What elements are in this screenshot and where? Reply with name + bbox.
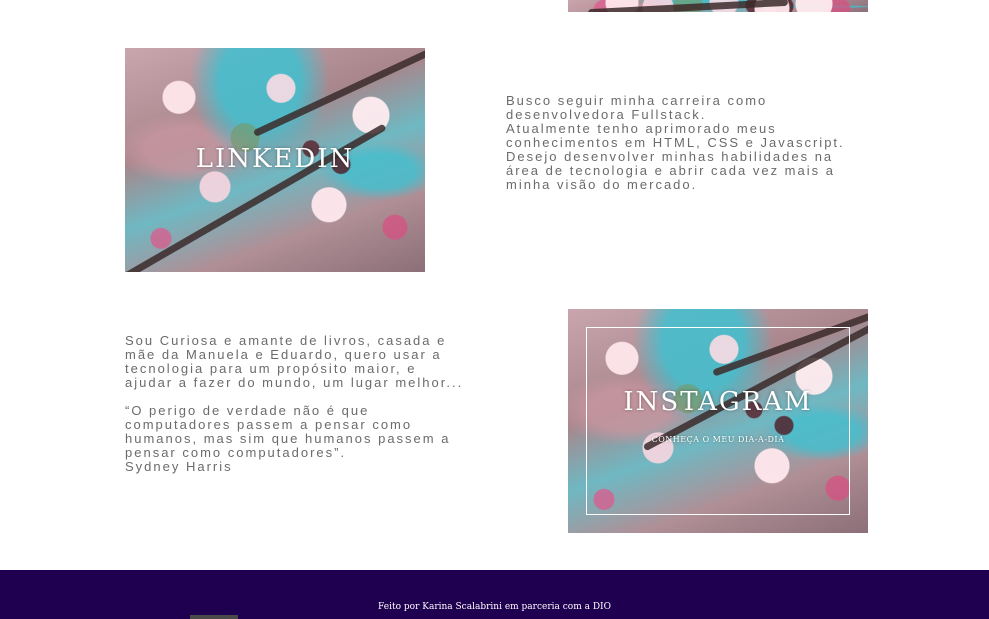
footer-credit: Feito por Karina Scalabrini em parceria … (378, 602, 611, 612)
about-line: mãe da Manuela e Eduardo, quero usar a (125, 347, 442, 362)
quote-author: Sydney Harris (125, 459, 233, 474)
project-image-top[interactable] (568, 0, 868, 12)
career-line: conhecimentos em HTML, CSS e Javascript. (506, 135, 845, 150)
career-description: Busco seguir minha carreira como desenvo… (506, 94, 886, 192)
quote-line: pensar como computadores”. (125, 445, 347, 460)
about-line: Sou Curiosa e amante de livros, casada e (125, 333, 447, 348)
instagram-title: INSTAGRAM (623, 387, 813, 417)
quote-line: humanos, mas sim que humanos passem a (125, 431, 451, 446)
linkedin-title: LINKEDIN (195, 144, 355, 174)
career-line: minha visão do mercado. (506, 177, 698, 192)
site-footer: Feito por Karina Scalabrini em parceria … (0, 570, 989, 619)
about-description: Sou Curiosa e amante de livros, casada e… (125, 334, 505, 474)
about-line: tecnologia para um propósito maior, e (125, 361, 417, 376)
quote-line: computadores passem a pensar como (125, 417, 413, 432)
photo-branch (252, 48, 425, 137)
photo-branch (587, 0, 789, 12)
career-line: Atualmente tenho aprimorado meus (506, 121, 777, 136)
instagram-card-link[interactable]: INSTAGRAM CONHEÇA O MEU DIA-A-DIA (568, 309, 868, 533)
linkedin-card-link[interactable]: LINKEDIN (125, 48, 425, 272)
quote-line: “O perigo de verdade não é que (125, 403, 370, 418)
instagram-frame (586, 327, 850, 515)
career-line: Desejo desenvolver minhas habilidades na (506, 149, 834, 164)
career-line: área de tecnologia e abrir cada vez mais… (506, 163, 835, 178)
career-line: desenvolvedora Fullstack. (506, 107, 707, 122)
horizontal-scrollbar-thumb[interactable] (190, 615, 238, 619)
about-line: ajudar a fazer do mundo, um lugar melhor… (125, 375, 464, 390)
career-line: Busco seguir minha carreira como (506, 93, 768, 108)
portfolio-page: LINKEDIN Busco seguir minha carreira com… (0, 0, 989, 619)
instagram-subtitle: CONHEÇA O MEU DIA-A-DIA (651, 435, 785, 444)
